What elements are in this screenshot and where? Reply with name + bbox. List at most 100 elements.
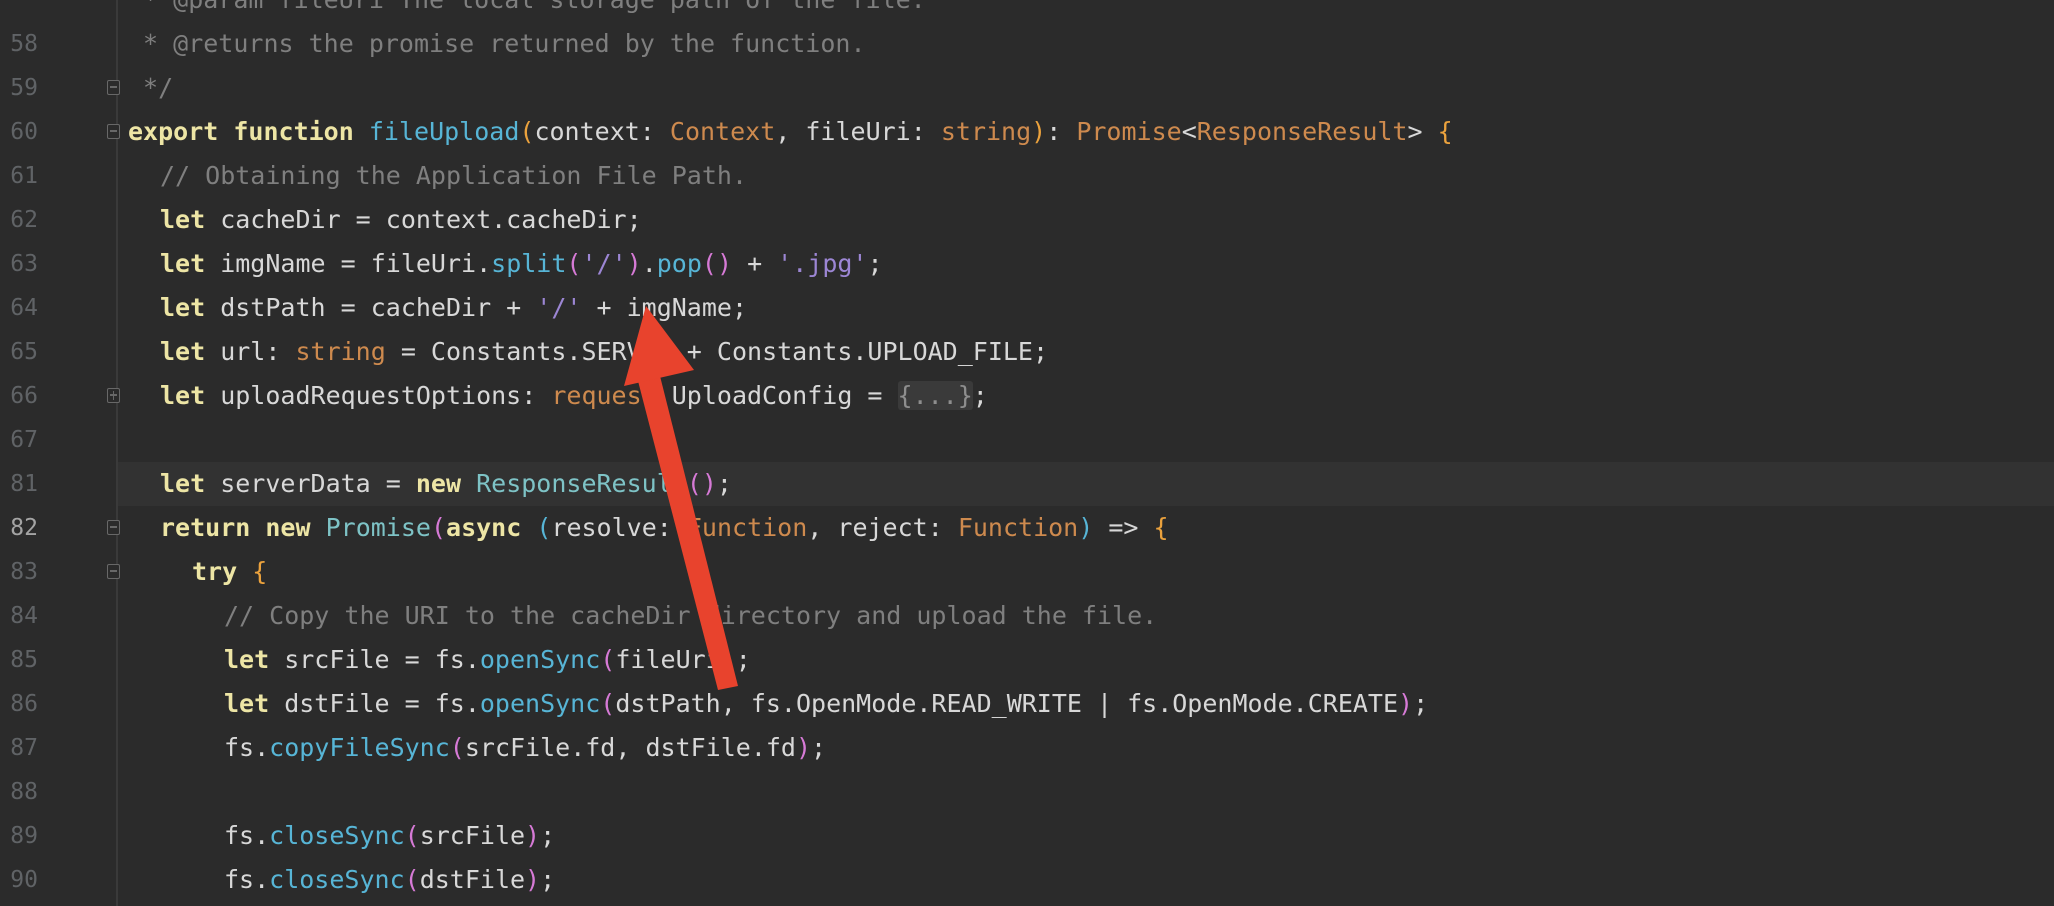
brace: {	[1437, 117, 1453, 146]
statement: fs.closeSync(srcFile);	[224, 821, 556, 850]
line-number: 91	[0, 902, 38, 906]
code-line[interactable]: 90 fs.closeSync(srcFile);	[0, 814, 2054, 893]
keyword-function: function	[233, 117, 354, 146]
param-name: resolve	[551, 513, 657, 542]
paren: )	[1078, 513, 1094, 542]
string-literal: '/'	[581, 249, 627, 278]
code-line[interactable]: 87 let dstFile = fs.openSync(dstPath, fs…	[0, 682, 2054, 761]
fold-collapse-icon[interactable]	[107, 80, 120, 95]
statement: let serverData = new ResponseResult();	[160, 462, 732, 506]
statement: let url: string = Constants.SERVER + Con…	[160, 330, 1048, 374]
brace: {	[252, 557, 268, 586]
statement: let uploadRequestOptions: request.Upload…	[160, 374, 988, 418]
keyword-new: new	[265, 513, 311, 542]
statement: let dstFile = fs.openSync(dstPath, fs.Op…	[224, 689, 1429, 718]
return-generic-type: ResponseResult	[1196, 117, 1408, 146]
paren: (	[600, 645, 616, 674]
code-editor[interactable]: 58 * @param fileUri The local storage pa…	[0, 0, 2054, 906]
code-line[interactable]: 85 // Copy the URI to the cacheDir direc…	[0, 594, 2054, 673]
line-number: 66	[10, 383, 38, 409]
argument: srcFile.fd, dstFile.fd	[464, 733, 796, 762]
semicolon: ;	[972, 381, 988, 410]
doc-comment-text: * @param fileUri The local storage path …	[128, 0, 926, 22]
code-line[interactable]: 60 */	[0, 66, 2054, 145]
paren: )	[1398, 689, 1414, 718]
param-type: string	[940, 117, 1032, 146]
statement-text: url:	[205, 337, 296, 366]
code-line[interactable]: 62 // Obtaining the Application File Pat…	[0, 154, 2054, 233]
paren: ()	[701, 249, 733, 278]
paren: (	[404, 865, 420, 894]
statement: let srcFile = fs.openSync(fileUri);	[224, 645, 751, 674]
semicolon: ;	[716, 469, 732, 498]
line-number: 86	[10, 691, 38, 717]
line-number: 82	[10, 515, 38, 541]
code-line[interactable]: 81	[0, 418, 2054, 497]
folded-region-chip[interactable]: {...}	[897, 381, 973, 410]
keyword-let: let	[160, 337, 206, 366]
code-line[interactable]: 84 try {	[0, 550, 2054, 629]
keyword-return: return	[160, 513, 251, 542]
paren: (	[600, 689, 616, 718]
statement-text: .UploadConfig =	[656, 381, 898, 410]
code-line[interactable]: 59 * @returns the promise returned by th…	[0, 22, 2054, 101]
code-line[interactable]: 67 let uploadRequestOptions: request.Upl…	[0, 374, 2054, 453]
code-line[interactable]: 63 let cacheDir = context.cacheDir;	[0, 198, 2054, 277]
paren: ()	[686, 469, 717, 498]
current-code-line[interactable]: 82 let serverData = new ResponseResult()…	[0, 462, 2054, 541]
line-number: 65	[10, 339, 38, 365]
code-line[interactable]: 66 let url: string = Constants.SERVER + …	[0, 330, 2054, 409]
code-line[interactable]: 91 fs.closeSync(dstFile);	[0, 858, 2054, 902]
line-number: 84	[10, 603, 38, 629]
line-comment: // Copy the URI to the cacheDir director…	[224, 601, 1158, 630]
return-type: Promise	[1076, 117, 1182, 146]
line-number: 67	[10, 427, 38, 453]
line-number: 64	[10, 295, 38, 321]
fold-expand-icon[interactable]	[107, 388, 120, 403]
statement-text: fs.	[224, 733, 270, 762]
statement: try {	[192, 550, 267, 594]
code-line[interactable]: 58 * @param fileUri The local storage pa…	[0, 0, 2054, 57]
argument: dstFile	[419, 865, 526, 894]
line-number: 62	[10, 207, 38, 233]
function-signature: export function fileUpload(context: Cont…	[128, 117, 1453, 146]
statement-text: serverData =	[205, 469, 416, 498]
code-area[interactable]: 58 * @param fileUri The local storage pa…	[0, 0, 2054, 906]
keyword-new: new	[415, 469, 462, 498]
fold-collapse-icon[interactable]	[107, 124, 120, 139]
paren: (	[519, 117, 535, 146]
statement-text: = Constants.SERVER + Constants.UPLOAD_FI…	[385, 337, 1049, 366]
paren: )	[795, 733, 812, 762]
code-line[interactable]: 61 export function fileUpload(context: C…	[0, 110, 2054, 189]
keyword-let: let	[160, 469, 206, 498]
keyword-let: let	[160, 293, 206, 322]
statement-text: fs.	[224, 865, 270, 894]
code-line[interactable]: 88 fs.copyFileSync(srcFile.fd, dstFile.f…	[0, 726, 2054, 805]
paren: )	[720, 645, 736, 674]
paren: (	[404, 821, 420, 850]
keyword-let: let	[224, 689, 270, 718]
paren: (	[430, 513, 447, 542]
argument: fileUri	[615, 645, 721, 674]
code-line[interactable]: 89	[0, 770, 2054, 849]
fold-collapse-icon[interactable]	[107, 564, 120, 579]
statement-text: uploadRequestOptions:	[205, 381, 552, 410]
code-line[interactable]: 86 let srcFile = fs.openSync(fileUri);	[0, 638, 2054, 717]
type-name: request	[551, 381, 657, 410]
paren: )	[1031, 117, 1047, 146]
method-name: pop	[656, 249, 702, 278]
statement: fs.copyFileSync(srcFile.fd, dstFile.fd);	[224, 733, 827, 762]
code-line[interactable]: 64 let imgName = fileUri.split('/').pop(…	[0, 242, 2054, 321]
code-line[interactable]: 65 let dstPath = cacheDir + '/' + imgNam…	[0, 286, 2054, 365]
code-line[interactable]: 83 return new Promise(async (resolve: Fu…	[0, 506, 2054, 585]
line-number: 90	[10, 867, 38, 893]
statement-text: dstPath = cacheDir +	[205, 293, 537, 322]
statement-text: imgName = fileUri.	[205, 249, 492, 278]
fold-collapse-icon[interactable]	[107, 520, 120, 535]
type-name: string	[295, 337, 386, 366]
statement: let cacheDir = context.cacheDir;	[160, 198, 642, 242]
line-number: 87	[10, 735, 38, 761]
arrow-operator: =>	[1093, 513, 1154, 542]
doc-comment-end: */	[128, 73, 174, 102]
semicolon: ;	[867, 249, 883, 278]
